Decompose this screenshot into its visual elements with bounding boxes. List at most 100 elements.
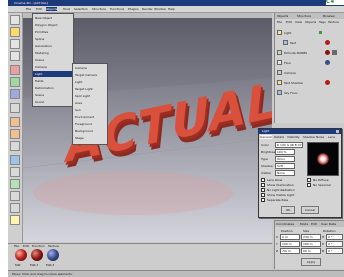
- submenu-item[interactable]: Target Camera: [75, 73, 97, 77]
- mat-menu-texture[interactable]: Texture: [48, 244, 59, 248]
- render-settings-icon[interactable]: [10, 141, 20, 151]
- shadow-dropdown[interactable]: Soft: [275, 163, 295, 169]
- object-row[interactable]: Text Shadow: [277, 79, 343, 87]
- ok-button[interactable]: OK: [281, 206, 295, 214]
- position-x-field[interactable]: 0 m: [280, 234, 300, 240]
- checkbox-lens-glow[interactable]: [261, 178, 265, 182]
- tab-general[interactable]: General: [260, 135, 272, 139]
- checkbox-no-diffuse[interactable]: [307, 178, 311, 182]
- submenu-item[interactable]: Light: [75, 80, 83, 84]
- rotate-tool-icon[interactable]: [10, 51, 20, 61]
- position-z-field[interactable]: -50 m: [280, 248, 300, 254]
- scale-tool-icon[interactable]: [10, 39, 20, 49]
- rotation-p-field[interactable]: 0 °: [326, 241, 343, 247]
- tab-visibility[interactable]: Visibility: [287, 135, 300, 139]
- tab-browser[interactable]: Browser: [323, 14, 335, 18]
- render-view-icon[interactable]: [10, 117, 20, 127]
- brightness-field[interactable]: 100 %: [275, 149, 295, 155]
- visible-dropdown[interactable]: None: [275, 170, 295, 176]
- menu-item[interactable]: Sound: [35, 100, 44, 104]
- tab-objects[interactable]: Objects: [277, 14, 288, 18]
- rotation-b-field[interactable]: 0 °: [326, 248, 343, 254]
- menu-item[interactable]: Scene: [35, 93, 44, 97]
- submenu-item[interactable]: Environment: [75, 115, 94, 119]
- object-row[interactable]: Sky Floor: [277, 89, 343, 97]
- object-row[interactable]: Extrude NURBS: [277, 49, 343, 57]
- apply-button[interactable]: Apply: [301, 258, 321, 266]
- menu-render[interactable]: Render: [142, 7, 153, 11]
- mat-menu-file[interactable]: File: [14, 244, 19, 248]
- menu-item[interactable]: Primitive: [35, 30, 48, 34]
- tab-details[interactable]: Details: [274, 135, 284, 139]
- tab-shadow[interactable]: Shadow: [303, 135, 315, 139]
- material-tag-icon[interactable]: [325, 60, 330, 65]
- tab-mode[interactable]: Mode: [300, 222, 308, 226]
- undo-icon[interactable]: [10, 15, 20, 25]
- menu-item[interactable]: New Object: [35, 16, 52, 20]
- object-row[interactable]: Floor: [277, 59, 343, 67]
- tab-user-data[interactable]: User Data: [321, 222, 336, 226]
- cancel-button[interactable]: Cancel: [301, 206, 319, 214]
- menu-item[interactable]: Generators: [35, 44, 52, 48]
- material-tag-icon[interactable]: [325, 50, 330, 55]
- cube-icon[interactable]: [10, 155, 20, 165]
- submenu-item[interactable]: Foreground: [75, 122, 92, 126]
- nurbs-icon[interactable]: [10, 179, 20, 189]
- menu-item[interactable]: Scene: [35, 58, 44, 62]
- tab-structure[interactable]: Structure: [297, 14, 311, 18]
- mat-menu-function[interactable]: Function: [32, 244, 45, 248]
- checkbox-no-light-radiation[interactable]: [261, 188, 265, 192]
- checkbox-show-illumination[interactable]: [261, 183, 265, 187]
- menu-item[interactable]: Modeling: [35, 51, 49, 55]
- menu-item[interactable]: Spline: [35, 37, 44, 41]
- dialog-close-icon[interactable]: [336, 130, 339, 133]
- menu-objects[interactable]: Objects: [46, 7, 58, 11]
- spline-icon[interactable]: [10, 167, 20, 177]
- om-menu-tags[interactable]: Tags: [319, 20, 326, 24]
- menu-item[interactable]: Deformation: [35, 86, 54, 90]
- om-menu-edit[interactable]: Edit: [286, 20, 292, 24]
- light-dialog-titlebar[interactable]: Light: [259, 129, 341, 134]
- position-y-field[interactable]: 100 m: [280, 241, 300, 247]
- menu-item-light[interactable]: Light: [33, 71, 73, 77]
- menu-help[interactable]: Help: [168, 7, 175, 11]
- om-menu-texture[interactable]: Texture: [328, 20, 339, 24]
- object-row[interactable]: Light: [277, 29, 343, 37]
- material-tag-icon[interactable]: [325, 40, 330, 45]
- material-swatch[interactable]: Mat: [14, 249, 28, 269]
- menu-item[interactable]: Fields: [35, 79, 44, 83]
- menu-window[interactable]: Window: [154, 7, 166, 11]
- phong-tag-icon[interactable]: [332, 50, 337, 55]
- material-tag-icon[interactable]: [325, 80, 330, 85]
- submenu-item[interactable]: Background: [75, 129, 93, 133]
- light-icon[interactable]: [10, 215, 20, 225]
- menu-plugins[interactable]: Plugins: [128, 7, 139, 11]
- checkbox-no-specular[interactable]: [307, 183, 311, 187]
- menu-selection[interactable]: Selection: [74, 7, 88, 11]
- tab-coordinates[interactable]: Coordinates: [276, 222, 294, 226]
- tab-noise[interactable]: Noise: [316, 135, 324, 139]
- rotation-h-field[interactable]: 0 °: [326, 234, 343, 240]
- tab-edit[interactable]: Edit: [311, 222, 317, 226]
- submenu-item[interactable]: Area: [75, 101, 82, 105]
- tab-lens[interactable]: Lens: [328, 135, 335, 139]
- size-z-field[interactable]: 60 m: [301, 248, 321, 254]
- render-picture-icon[interactable]: [10, 129, 20, 139]
- mat-menu-edit[interactable]: Edit: [23, 244, 29, 248]
- move-tool-icon[interactable]: [10, 27, 20, 37]
- size-y-field[interactable]: 180 m: [301, 241, 321, 247]
- submenu-item[interactable]: Stage: [75, 136, 84, 140]
- size-x-field[interactable]: 240 m: [301, 234, 321, 240]
- material-swatch[interactable]: Mat.1: [30, 249, 44, 269]
- menu-edit[interactable]: Edit: [36, 7, 42, 11]
- submenu-item[interactable]: Camera: [75, 66, 87, 70]
- menu-item[interactable]: Camera: [35, 65, 47, 69]
- om-menu-file[interactable]: File: [277, 20, 282, 24]
- scene-icon[interactable]: [10, 203, 20, 213]
- checkbox-show-visible-light[interactable]: [261, 193, 265, 197]
- submenu-item[interactable]: Sun: [75, 108, 81, 112]
- deformer-icon[interactable]: [10, 191, 20, 201]
- color-field[interactable]: R 100 G 98 B 97: [275, 142, 303, 148]
- submenu-item[interactable]: Target Light: [75, 87, 93, 91]
- visibility-icon[interactable]: [319, 31, 322, 34]
